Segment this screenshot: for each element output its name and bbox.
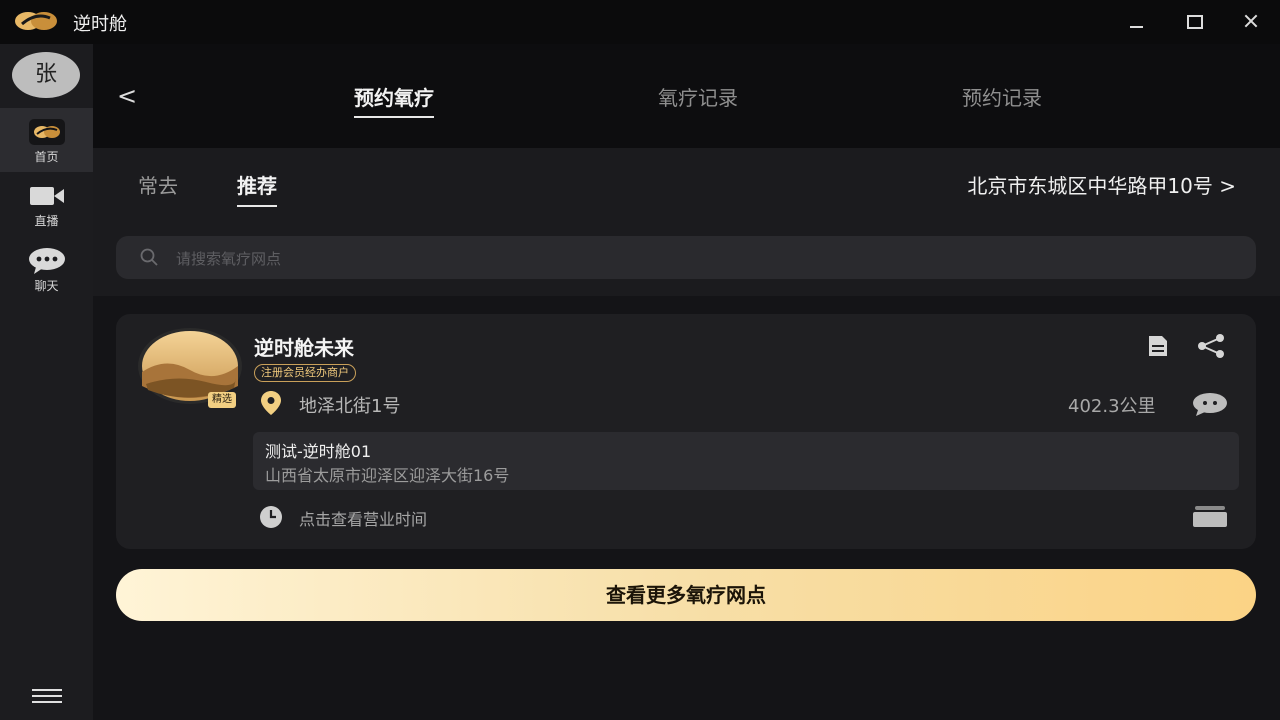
branch-name: 测试-逆时舱01 [265,442,372,461]
main-panel: 常去 推荐 北京市东城区中华路甲10号 > 精选 逆时舱未 [93,148,1280,720]
avatar[interactable]: 张 [12,52,80,98]
search-icon [140,248,158,266]
store-card[interactable]: 精选 逆时舱未来 注册会员经办商户 地泽北街1号 402.3公里 测试-逆时舱0… [116,314,1256,549]
video-camera-icon [30,187,64,205]
share-icon[interactable] [1196,334,1226,358]
filter-tabs: 常去 推荐 北京市东城区中华路甲10号 > [93,148,1280,221]
tab-booking-records[interactable]: 预约记录 [962,82,1042,111]
search-input[interactable] [174,236,1238,281]
message-icon[interactable] [1192,392,1228,416]
branch-info[interactable]: 测试-逆时舱01 山西省太原市迎泽区迎泽大街16号 [253,432,1239,490]
tab-oxygen-records[interactable]: 氧疗记录 [658,82,738,111]
clock-icon [260,506,282,528]
store-street: 地泽北街1号 [299,396,401,417]
minimize-button[interactable] [1116,6,1156,36]
search-bar[interactable] [116,236,1256,281]
tab-frequent[interactable]: 常去 [138,170,178,199]
app-logo-icon [15,12,57,30]
location-pin-icon [261,391,281,415]
tab-recommended[interactable]: 推荐 [237,170,277,207]
sidebar-item-home[interactable]: 首页 [0,108,93,172]
maximize-button[interactable] [1174,6,1214,36]
home-logo-icon [29,119,65,145]
member-tag: 注册会员经办商户 [254,364,356,382]
sidebar-item-chat[interactable]: 聊天 [0,237,93,301]
location-selector[interactable]: 北京市东城区中华路甲10号 > [967,170,1236,199]
app-title: 逆时舱 [73,14,127,35]
featured-badge: 精选 [208,392,236,408]
document-icon[interactable] [1146,334,1170,358]
stack-icon[interactable] [1192,504,1228,528]
sidebar-item-label: 首页 [34,150,59,164]
view-more-button[interactable]: 查看更多氧疗网点 [116,569,1256,621]
tab-book-oxygen[interactable]: 预约氧疗 [354,82,434,118]
back-button[interactable]: < [117,82,137,110]
sidebar-item-live[interactable]: 直播 [0,172,93,236]
close-button[interactable] [1231,6,1271,36]
business-hours-link[interactable]: 点击查看营业时间 [299,506,427,530]
header-tabs: < 预约氧疗 氧疗记录 预约记录 [93,44,1280,148]
chat-bubble-icon [29,248,65,274]
sidebar-item-label: 聊天 [34,279,59,293]
branch-address: 山西省太原市迎泽区迎泽大街16号 [265,466,510,485]
title-bar: 逆时舱 [0,0,1280,44]
sidebar-item-label: 直播 [34,214,59,228]
store-name: 逆时舱未来 [254,336,354,360]
menu-icon[interactable] [32,689,62,705]
store-distance: 402.3公里 [1068,396,1156,417]
sidebar: 张 首页 直播 聊天 [0,44,93,720]
search-area [93,220,1280,296]
